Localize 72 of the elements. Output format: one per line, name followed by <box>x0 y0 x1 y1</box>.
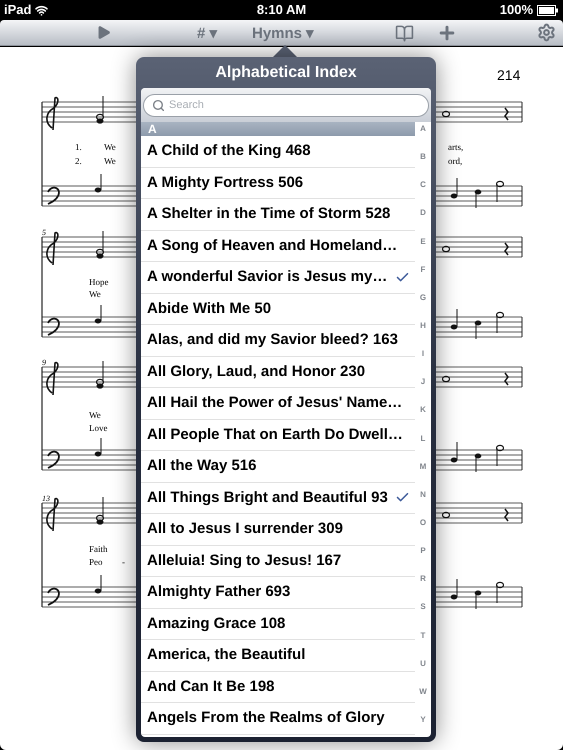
hymn-row[interactable]: Angels From the Realms of Glory <box>141 703 415 734</box>
hymn-row[interactable]: A wonderful Savior is Jesus my… <box>141 262 415 294</box>
hymn-row[interactable]: Alleluia! Sing to Jesus! 167 <box>141 546 415 577</box>
hymn-row[interactable]: Almighty Father 693 <box>141 577 415 608</box>
hymn-row[interactable]: Amazing Grace 108 <box>141 608 415 640</box>
lyric-syllable: We <box>89 289 101 300</box>
lyric-syllable: - <box>122 557 125 568</box>
hymn-row[interactable]: All Glory, Laud, and Honor 230 <box>141 356 415 388</box>
lyric-syllable: We <box>89 410 101 421</box>
index-letter[interactable]: N <box>420 490 426 500</box>
index-letter[interactable]: T <box>420 630 426 641</box>
lyric-syllable: We <box>104 142 116 153</box>
lyric-syllable: Peo <box>89 557 102 568</box>
index-letter[interactable]: W <box>419 686 427 697</box>
index-letter[interactable]: P <box>420 546 426 556</box>
measure-number: 9 <box>42 357 46 369</box>
battery-icon <box>537 4 559 16</box>
section-header: A <box>141 122 415 136</box>
settings-button[interactable] <box>537 23 556 42</box>
hymn-row[interactable]: And Can It Be 198 <box>141 672 415 703</box>
hymn-row[interactable]: A Shelter in the Time of Storm 528 <box>141 199 415 230</box>
hymn-row[interactable]: A Song of Heaven and Homeland… <box>141 230 415 262</box>
index-letter[interactable]: F <box>420 264 426 275</box>
lyric-syllable: Faith <box>89 544 108 555</box>
hymn-row[interactable]: America, the Beautiful <box>141 640 415 672</box>
index-letter[interactable]: O <box>420 518 426 528</box>
lyric-syllable: We <box>104 156 116 167</box>
page-number: 214 <box>497 66 520 85</box>
battery-percent: 100% <box>500 1 533 20</box>
index-letter[interactable]: M <box>420 462 426 472</box>
index-letter[interactable]: L <box>420 434 426 444</box>
lyric-syllable: 2. <box>75 156 82 167</box>
index-letter[interactable]: G <box>420 292 426 303</box>
lyric-syllable: arts, <box>448 142 464 153</box>
index-letter[interactable]: Y <box>420 714 426 725</box>
book-button[interactable] <box>395 24 414 43</box>
number-menu[interactable]: # ▾ <box>197 23 218 46</box>
index-letter[interactable]: B <box>420 152 426 162</box>
popover-title: Alphabetical Index <box>215 62 357 82</box>
measure-number: 5 <box>42 227 46 239</box>
measure-number: 13 <box>42 493 50 505</box>
index-letter[interactable]: S <box>420 602 426 612</box>
hymnal-menu[interactable]: Hymns ▾ <box>252 23 314 46</box>
lyric-syllable: ord, <box>448 156 462 167</box>
lyric-syllable: 1. <box>75 142 82 153</box>
index-letter[interactable]: A <box>420 124 426 134</box>
index-letter[interactable]: E <box>420 236 426 247</box>
clock: 8:10 AM <box>256 1 306 20</box>
wifi-icon <box>35 4 48 16</box>
device-name: iPad <box>4 1 32 20</box>
hymn-row[interactable]: All to Jesus I surrender 309 <box>141 514 415 546</box>
index-letter[interactable]: K <box>420 405 426 416</box>
hymn-row[interactable]: Alas, and did my Savior bleed? 163 <box>141 325 415 356</box>
hymn-row[interactable]: All the Way 516 <box>141 451 415 482</box>
index-letter[interactable]: D <box>420 208 426 218</box>
lyric-syllable: Hope <box>89 277 108 288</box>
index-letter[interactable]: I <box>422 349 424 360</box>
search-field[interactable]: Search <box>143 94 429 116</box>
lyric-syllable: Love <box>89 423 108 434</box>
hymn-row[interactable]: All Hail the Power of Jesus' Name… <box>141 388 415 420</box>
hymn-row[interactable]: Abide With Me 50 <box>141 294 415 325</box>
hymn-row[interactable]: A Mighty Fortress 506 <box>141 168 415 199</box>
hymn-row[interactable]: All People That on Earth Do Dwell… <box>141 420 415 451</box>
hymn-row[interactable]: All Things Bright and Beautiful 93 <box>141 482 415 514</box>
add-button[interactable] <box>437 23 457 43</box>
index-letter[interactable]: U <box>420 658 426 669</box>
index-letter[interactable]: R <box>420 574 426 584</box>
index-letter[interactable]: J <box>420 377 426 388</box>
index-letter[interactable]: H <box>420 320 426 331</box>
search-icon <box>152 98 165 112</box>
index-letter[interactable]: C <box>420 180 426 190</box>
hymn-row[interactable]: A Child of the King 468 <box>141 136 415 168</box>
